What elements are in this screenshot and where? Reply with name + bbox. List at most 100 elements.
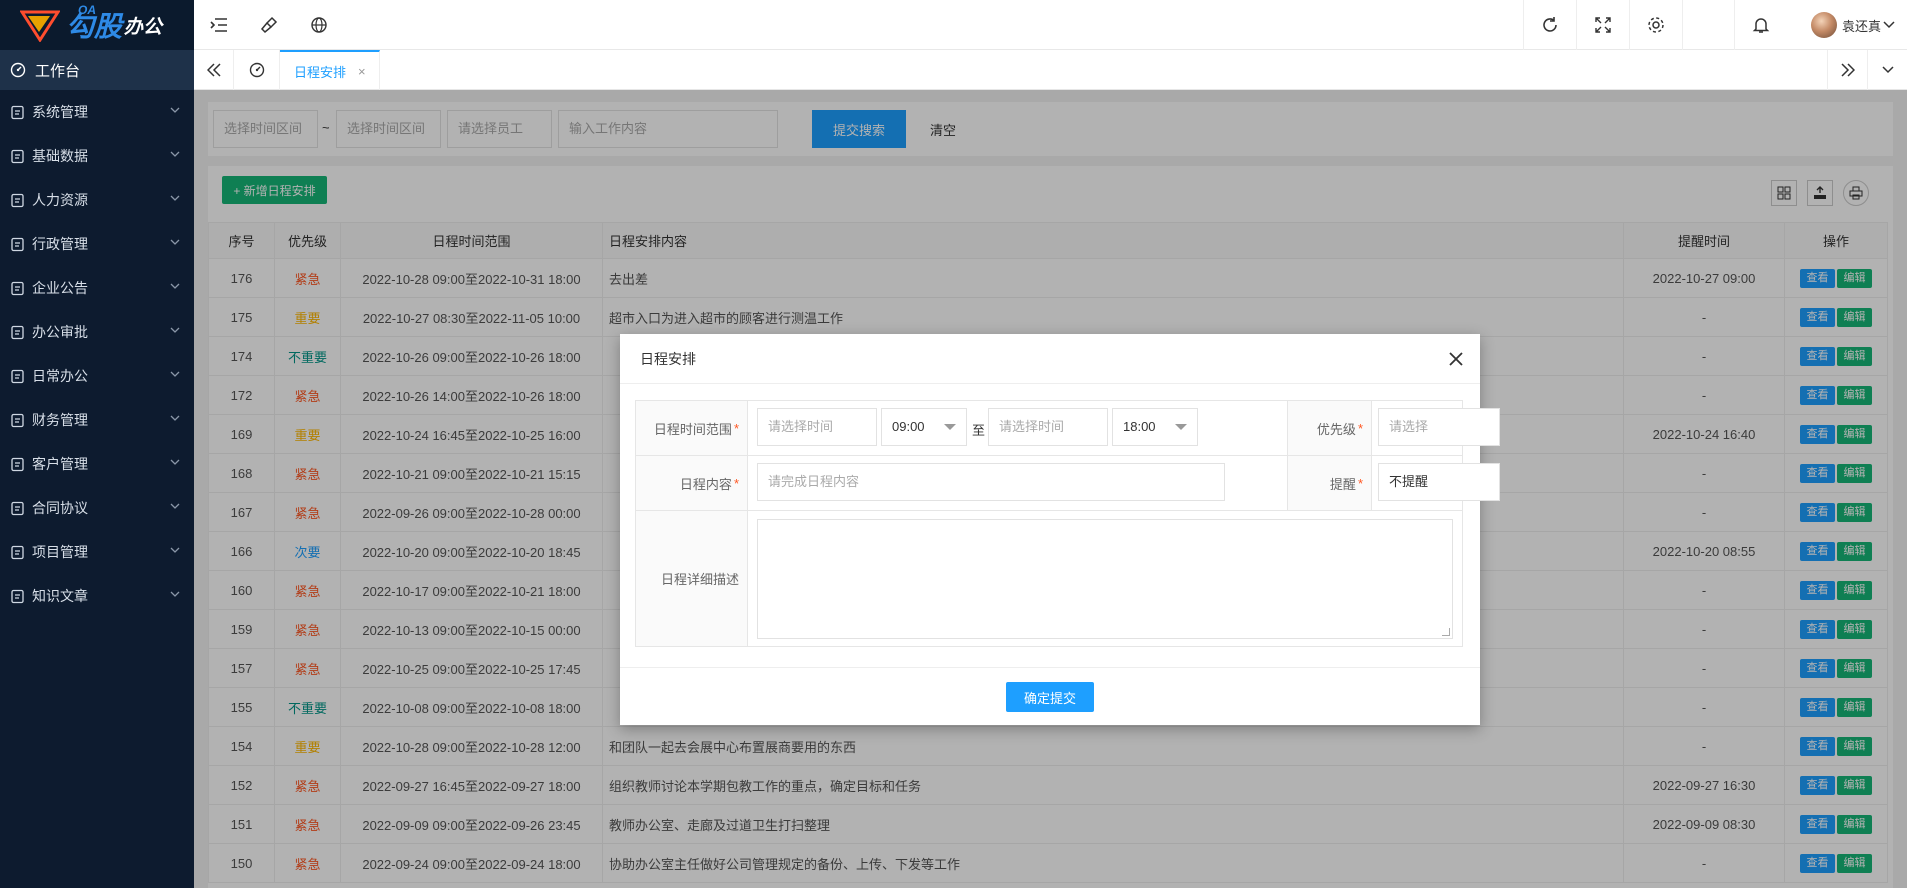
content-label: 日程内容 * [636,456,748,510]
admin-icon [11,237,24,251]
end-date-field[interactable]: 请选择时间 [988,408,1108,446]
end-time-select[interactable]: 18:00 [1112,408,1198,446]
sidebar-item-label: 办公审批 [32,324,88,340]
chevron-down-icon [170,283,180,289]
database-icon [11,149,24,163]
sidebar-item-label: 企业公告 [32,280,88,296]
sidebar-item[interactable]: 合同协议 [0,486,194,530]
customer-icon [11,457,24,471]
tab-home[interactable] [234,50,280,90]
confirm-submit-button[interactable]: 确定提交 [1006,682,1094,712]
top-header: 袁还真 [194,0,1907,50]
chevron-down-icon [170,547,180,553]
chevron-down-icon [170,459,180,465]
sidebar-item[interactable]: 财务管理 [0,398,194,442]
close-icon[interactable]: × [358,64,366,79]
clear-cache-button[interactable] [244,0,294,50]
double-chevron-left-icon [206,63,221,77]
select-arrow-icon [944,424,956,430]
contract-icon [11,501,24,515]
project-icon [11,545,24,559]
topbar-divider [1682,0,1735,50]
notifications-button[interactable] [1734,0,1787,50]
menu-toggle-button[interactable] [194,0,244,50]
start-time-select[interactable]: 09:00 [881,408,967,446]
chevron-down-icon [170,415,180,421]
logo-mark-icon [20,10,60,42]
user-name: 袁还真 [1841,18,1881,34]
gear-icon [11,105,24,119]
tab-bar: 日程安排 × [194,50,1907,90]
sidebar-item[interactable]: 办公审批 [0,310,194,354]
gear-icon [1648,17,1664,33]
modal-footer: 确定提交 [620,667,1480,725]
tab-scroll-left-button[interactable] [194,50,234,90]
tab-schedule[interactable]: 日程安排 × [280,50,380,90]
chevron-down-icon [170,195,180,201]
sidebar-item[interactable]: 企业公告 [0,266,194,310]
form-row-range: 日程时间范围 * 请选择时间 09:00 至 请选择时间 18:00 优先级 * 请… [636,401,1500,456]
user-menu[interactable]: 袁还真 [1810,0,1895,50]
content-input[interactable]: 请完成日程内容 [757,463,1225,501]
app-logo[interactable]: OA 勾股 办公 [0,0,194,50]
avatar [1810,12,1837,38]
modal-close-button[interactable] [1446,349,1466,369]
tab-scroll-right-button[interactable] [1827,50,1867,90]
chevron-down-icon [170,327,180,333]
sidebar-item-label: 合同协议 [32,500,88,516]
refresh-button[interactable] [1523,0,1576,50]
fullscreen-icon [1595,17,1611,33]
sidebar-item[interactable]: 人力资源 [0,178,194,222]
bell-icon [1752,18,1770,33]
approval-icon [11,325,24,339]
logo-sub-text: 办公 [124,16,163,38]
chevron-down-icon [170,591,180,597]
detail-textarea[interactable] [757,519,1453,639]
logo-oa-text: OA [78,3,96,17]
form-row-content: 日程内容 * 请完成日程内容 提醒 * 不提醒 [636,456,1500,511]
sidebar-item[interactable]: 日常办公 [0,354,194,398]
modal-title: 日程安排 [640,350,696,367]
resize-grip-icon[interactable] [1442,628,1450,636]
priority-select[interactable]: 请选择 [1378,408,1500,446]
chevron-down-icon [1883,21,1895,29]
sidebar-item-label: 系统管理 [32,104,88,120]
sidebar-item[interactable]: 系统管理 [0,90,194,134]
sidebar-item-label: 人力资源 [32,192,88,208]
detail-label: 日程详细描述 [636,511,748,646]
to-label: 至 [972,423,986,438]
sidebar-item[interactable]: 客户管理 [0,442,194,486]
calendar-icon [11,369,24,383]
sidebar: OA 勾股 办公 工作台 系统管理基础数据人力资源行政管理企业公告办公审批日常办… [0,0,194,888]
sidebar-item[interactable]: 基础数据 [0,134,194,178]
select-arrow-icon [1175,424,1187,430]
chevron-down-icon [170,371,180,377]
close-icon [1449,352,1463,366]
sidebar-item[interactable]: 行政管理 [0,222,194,266]
website-button[interactable] [294,0,344,50]
chevron-down-icon [170,503,180,509]
dashboard-icon [10,62,26,78]
sidebar-item[interactable]: 项目管理 [0,530,194,574]
menu-fold-icon [210,18,227,32]
chevron-down-icon [1881,66,1894,74]
sidebar-item-label: 知识文章 [32,588,88,604]
remind-select[interactable]: 不提醒 [1378,463,1500,501]
sidebar-item-label: 财务管理 [32,412,88,428]
refresh-icon [1543,17,1557,32]
sidebar-item[interactable]: 知识文章 [0,574,194,618]
chevron-down-icon [170,151,180,157]
tab-label: 日程安排 [294,64,347,80]
priority-label: 优先级 * [1287,401,1372,455]
start-date-field[interactable]: 请选择时间 [757,408,877,446]
sidebar-item-workbench[interactable]: 工作台 [0,50,194,90]
remind-label: 提醒 * [1287,456,1372,510]
tab-menu-button[interactable] [1867,50,1907,90]
double-chevron-right-icon [1840,63,1855,77]
fullscreen-button[interactable] [1576,0,1629,50]
schedule-modal: 日程安排 日程时间范围 * 请选择时间 09:00 至 请选择时间 18:00 优… [620,334,1500,725]
sidebar-item-label: 项目管理 [32,544,88,560]
chevron-down-icon [170,239,180,245]
sidebar-item-label: 基础数据 [32,148,88,164]
settings-button[interactable] [1629,0,1682,50]
